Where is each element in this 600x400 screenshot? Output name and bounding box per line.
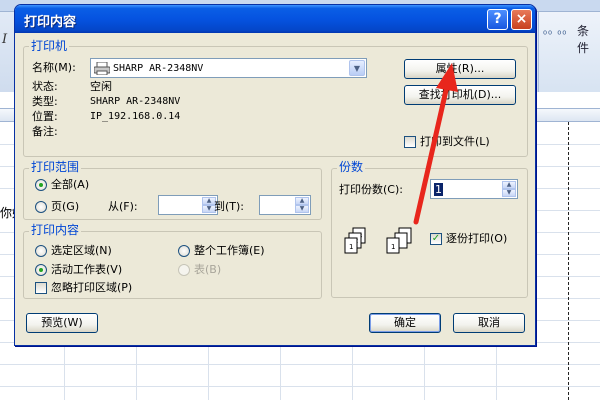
preview-button[interactable]: 预览(W) xyxy=(26,313,98,333)
to-page-input[interactable]: ▲ ▼ xyxy=(259,195,311,215)
collate-label[interactable]: 逐份打印(O) xyxy=(446,232,507,245)
whole-workbook-radio[interactable] xyxy=(178,245,190,257)
print-all-label[interactable]: 全部(A) xyxy=(51,178,89,191)
from-label: 从(F): xyxy=(108,200,138,213)
chevron-down-icon[interactable]: ▼ xyxy=(349,60,365,76)
comment-label: 备注: xyxy=(32,125,58,138)
ignore-print-area-checkbox[interactable] xyxy=(35,282,47,294)
type-value: SHARP AR-2348NV xyxy=(90,96,181,107)
printer-name-value: SHARP AR-2348NV xyxy=(113,63,204,74)
number-format-icon[interactable]: ⁰⁰ ⁰⁰ xyxy=(543,30,567,41)
italic-icon[interactable]: I xyxy=(2,32,7,47)
collated-pages-icon: 3 1 xyxy=(386,227,412,254)
selection-label[interactable]: 选定区域(N) xyxy=(51,244,112,257)
find-printer-button[interactable]: 查找打印机(D)... xyxy=(404,85,516,105)
print-to-file-label[interactable]: 打印到文件(L) xyxy=(420,135,490,148)
to-page-spinner[interactable]: ▲ ▼ xyxy=(295,197,309,213)
properties-button[interactable]: 属性(R)... xyxy=(404,59,516,79)
svg-text:1: 1 xyxy=(391,243,395,251)
location-label: 位置: xyxy=(32,110,58,123)
copies-spinner[interactable]: ▲ ▼ xyxy=(502,181,516,197)
to-label: 到(T): xyxy=(214,200,245,213)
copies-count-value: 1 xyxy=(434,183,443,196)
print-dialog: 打印内容 ? × 打印机 名称(M): SHARP AR-2348NV ▼ 属性… xyxy=(14,4,536,346)
active-sheet-radio[interactable] xyxy=(35,264,47,276)
page-break-line xyxy=(568,122,569,400)
print-pages-radio[interactable] xyxy=(35,201,47,213)
table-label: 表(B) xyxy=(194,263,222,276)
print-range-title: 打印范围 xyxy=(29,160,82,174)
location-value: IP_192.168.0.14 xyxy=(90,111,181,122)
cancel-button[interactable]: 取消 xyxy=(453,313,525,333)
copies-count-input[interactable]: 1 ▲ ▼ xyxy=(430,179,518,199)
status-value: 空闲 xyxy=(90,80,112,93)
ignore-print-area-label[interactable]: 忽略打印区域(P) xyxy=(51,281,132,294)
from-page-input[interactable]: ▲ ▼ xyxy=(158,195,218,215)
ok-button[interactable]: 确定 xyxy=(369,313,441,333)
active-sheet-label[interactable]: 活动工作表(V) xyxy=(51,263,122,276)
spin-up-icon[interactable]: ▲ xyxy=(295,197,309,205)
status-label: 状态: xyxy=(32,80,58,93)
spin-down-icon[interactable]: ▼ xyxy=(295,205,309,213)
uncollated-pages-icon: 3 2 1 xyxy=(344,227,366,254)
table-radio xyxy=(178,264,190,276)
spin-down-icon[interactable]: ▼ xyxy=(502,189,516,197)
printer-group-title: 打印机 xyxy=(29,39,70,53)
printer-name-dropdown[interactable]: SHARP AR-2348NV ▼ xyxy=(90,58,367,78)
svg-text:1: 1 xyxy=(349,243,353,251)
copies-count-label: 打印份数(C): xyxy=(339,183,403,196)
copies-title: 份数 xyxy=(337,160,366,174)
help-button[interactable]: ? xyxy=(487,9,508,30)
gridline xyxy=(0,364,600,365)
collate-checkbox[interactable]: ✓ xyxy=(430,233,442,245)
printer-icon xyxy=(94,62,110,75)
conditional-format-label[interactable]: 条件 xyxy=(577,22,600,56)
gridline xyxy=(0,386,600,387)
type-label: 类型: xyxy=(32,95,58,108)
dialog-title: 打印内容 xyxy=(24,15,77,30)
close-button[interactable]: × xyxy=(511,9,532,30)
spin-up-icon[interactable]: ▲ xyxy=(502,181,516,189)
dialog-titlebar[interactable]: 打印内容 ? × xyxy=(15,5,535,33)
print-to-file-checkbox[interactable] xyxy=(404,136,416,148)
whole-workbook-label[interactable]: 整个工作簿(E) xyxy=(194,244,265,257)
selection-radio[interactable] xyxy=(35,245,47,257)
print-all-radio[interactable] xyxy=(35,179,47,191)
printer-name-label: 名称(M): xyxy=(32,61,76,74)
print-what-title: 打印内容 xyxy=(29,223,82,237)
print-pages-label[interactable]: 页(G) xyxy=(51,200,79,213)
